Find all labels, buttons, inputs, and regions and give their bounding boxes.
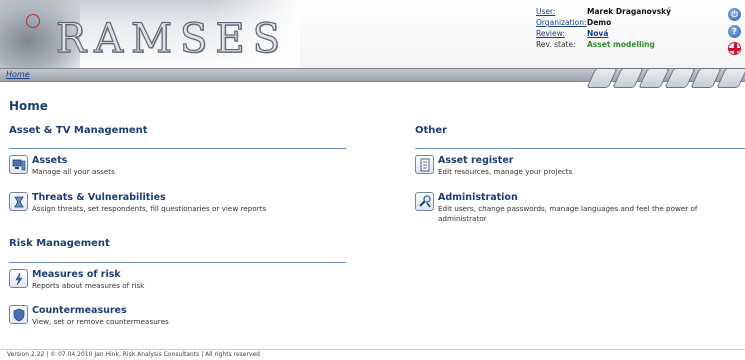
header-icons: ⏻ ?	[728, 8, 742, 59]
footer-divider	[0, 349, 745, 350]
user-value: Marek Draganovský	[587, 7, 672, 16]
measures-desc: Reports about measures of risk	[32, 281, 145, 290]
countermeasures-desc: View, set or remove countermeasures	[32, 317, 169, 326]
countermeasures-icon	[9, 305, 28, 324]
section-divider	[9, 262, 346, 263]
organization-value: Demo	[587, 18, 612, 27]
app-logo: RAMSES	[55, 15, 288, 62]
organization-row: Organization: Demo	[536, 17, 671, 28]
section-asset-tv-title: Asset & TV Management	[9, 125, 148, 136]
page-title: Home	[9, 99, 48, 113]
section-other-title: Other	[415, 125, 448, 136]
menu-item-measures[interactable]: Measures of risk Reports about measures …	[9, 269, 144, 291]
review-value[interactable]: Nová	[587, 28, 608, 39]
section-risk-title: Risk Management	[9, 238, 110, 249]
power-icon[interactable]: ⏻	[728, 8, 741, 21]
assets-link[interactable]: Assets	[32, 155, 115, 167]
footer-text: Version 2.22 | © 07.04.2010 Jan Hink, Ri…	[7, 351, 260, 358]
countermeasures-link[interactable]: Countermeasures	[32, 305, 169, 317]
review-row: Review: Nová	[536, 28, 671, 39]
review-label[interactable]: Review:	[536, 28, 587, 39]
menu-item-assets[interactable]: Assets Manage all your assets	[9, 155, 115, 177]
menu-item-threats[interactable]: Threats & Vulnerabilities Assign threats…	[9, 192, 266, 214]
user-row: User: Marek Draganovský	[536, 6, 671, 17]
rev-state-value: Asset modelling	[587, 40, 655, 49]
administration-icon	[415, 192, 434, 211]
rev-state-label: Rev. state:	[536, 40, 576, 49]
uk-flag-icon[interactable]	[728, 42, 741, 55]
header: RAMSES User: Marek Draganovský Organizat…	[0, 0, 745, 68]
threats-link[interactable]: Threats & Vulnerabilities	[32, 192, 266, 204]
help-icon[interactable]: ?	[728, 25, 741, 38]
administration-desc: Edit users, change passwords, manage lan…	[438, 204, 698, 223]
register-icon	[415, 155, 434, 174]
measures-icon	[9, 269, 28, 288]
user-label[interactable]: User:	[536, 6, 587, 17]
user-info-panel: User: Marek Draganovský Organization: De…	[536, 6, 671, 50]
administration-link[interactable]: Administration	[438, 192, 735, 204]
logo-mark-icon	[26, 14, 40, 28]
section-divider	[415, 148, 745, 149]
menu-item-administration[interactable]: Administration Edit users, change passwo…	[415, 192, 735, 223]
asset-register-link[interactable]: Asset register	[438, 155, 572, 167]
banner: RAMSES	[0, 0, 300, 68]
threats-desc: Assign threats, set respondents, fill qu…	[32, 204, 267, 213]
assets-desc: Manage all your assets	[32, 167, 115, 176]
threats-icon	[9, 192, 28, 211]
rev-state-row: Rev. state: Asset modelling	[536, 39, 671, 50]
asset-register-desc: Edit resources, manage your projects	[438, 167, 573, 176]
menu-item-asset-register[interactable]: Asset register Edit resources, manage yo…	[415, 155, 735, 177]
assets-icon	[9, 155, 28, 174]
organization-label[interactable]: Organization:	[536, 17, 587, 28]
breadcrumb-home[interactable]: Home	[6, 70, 30, 79]
measures-link[interactable]: Measures of risk	[32, 269, 144, 281]
section-divider	[9, 148, 346, 149]
menu-item-countermeasures[interactable]: Countermeasures View, set or remove coun…	[9, 305, 169, 327]
